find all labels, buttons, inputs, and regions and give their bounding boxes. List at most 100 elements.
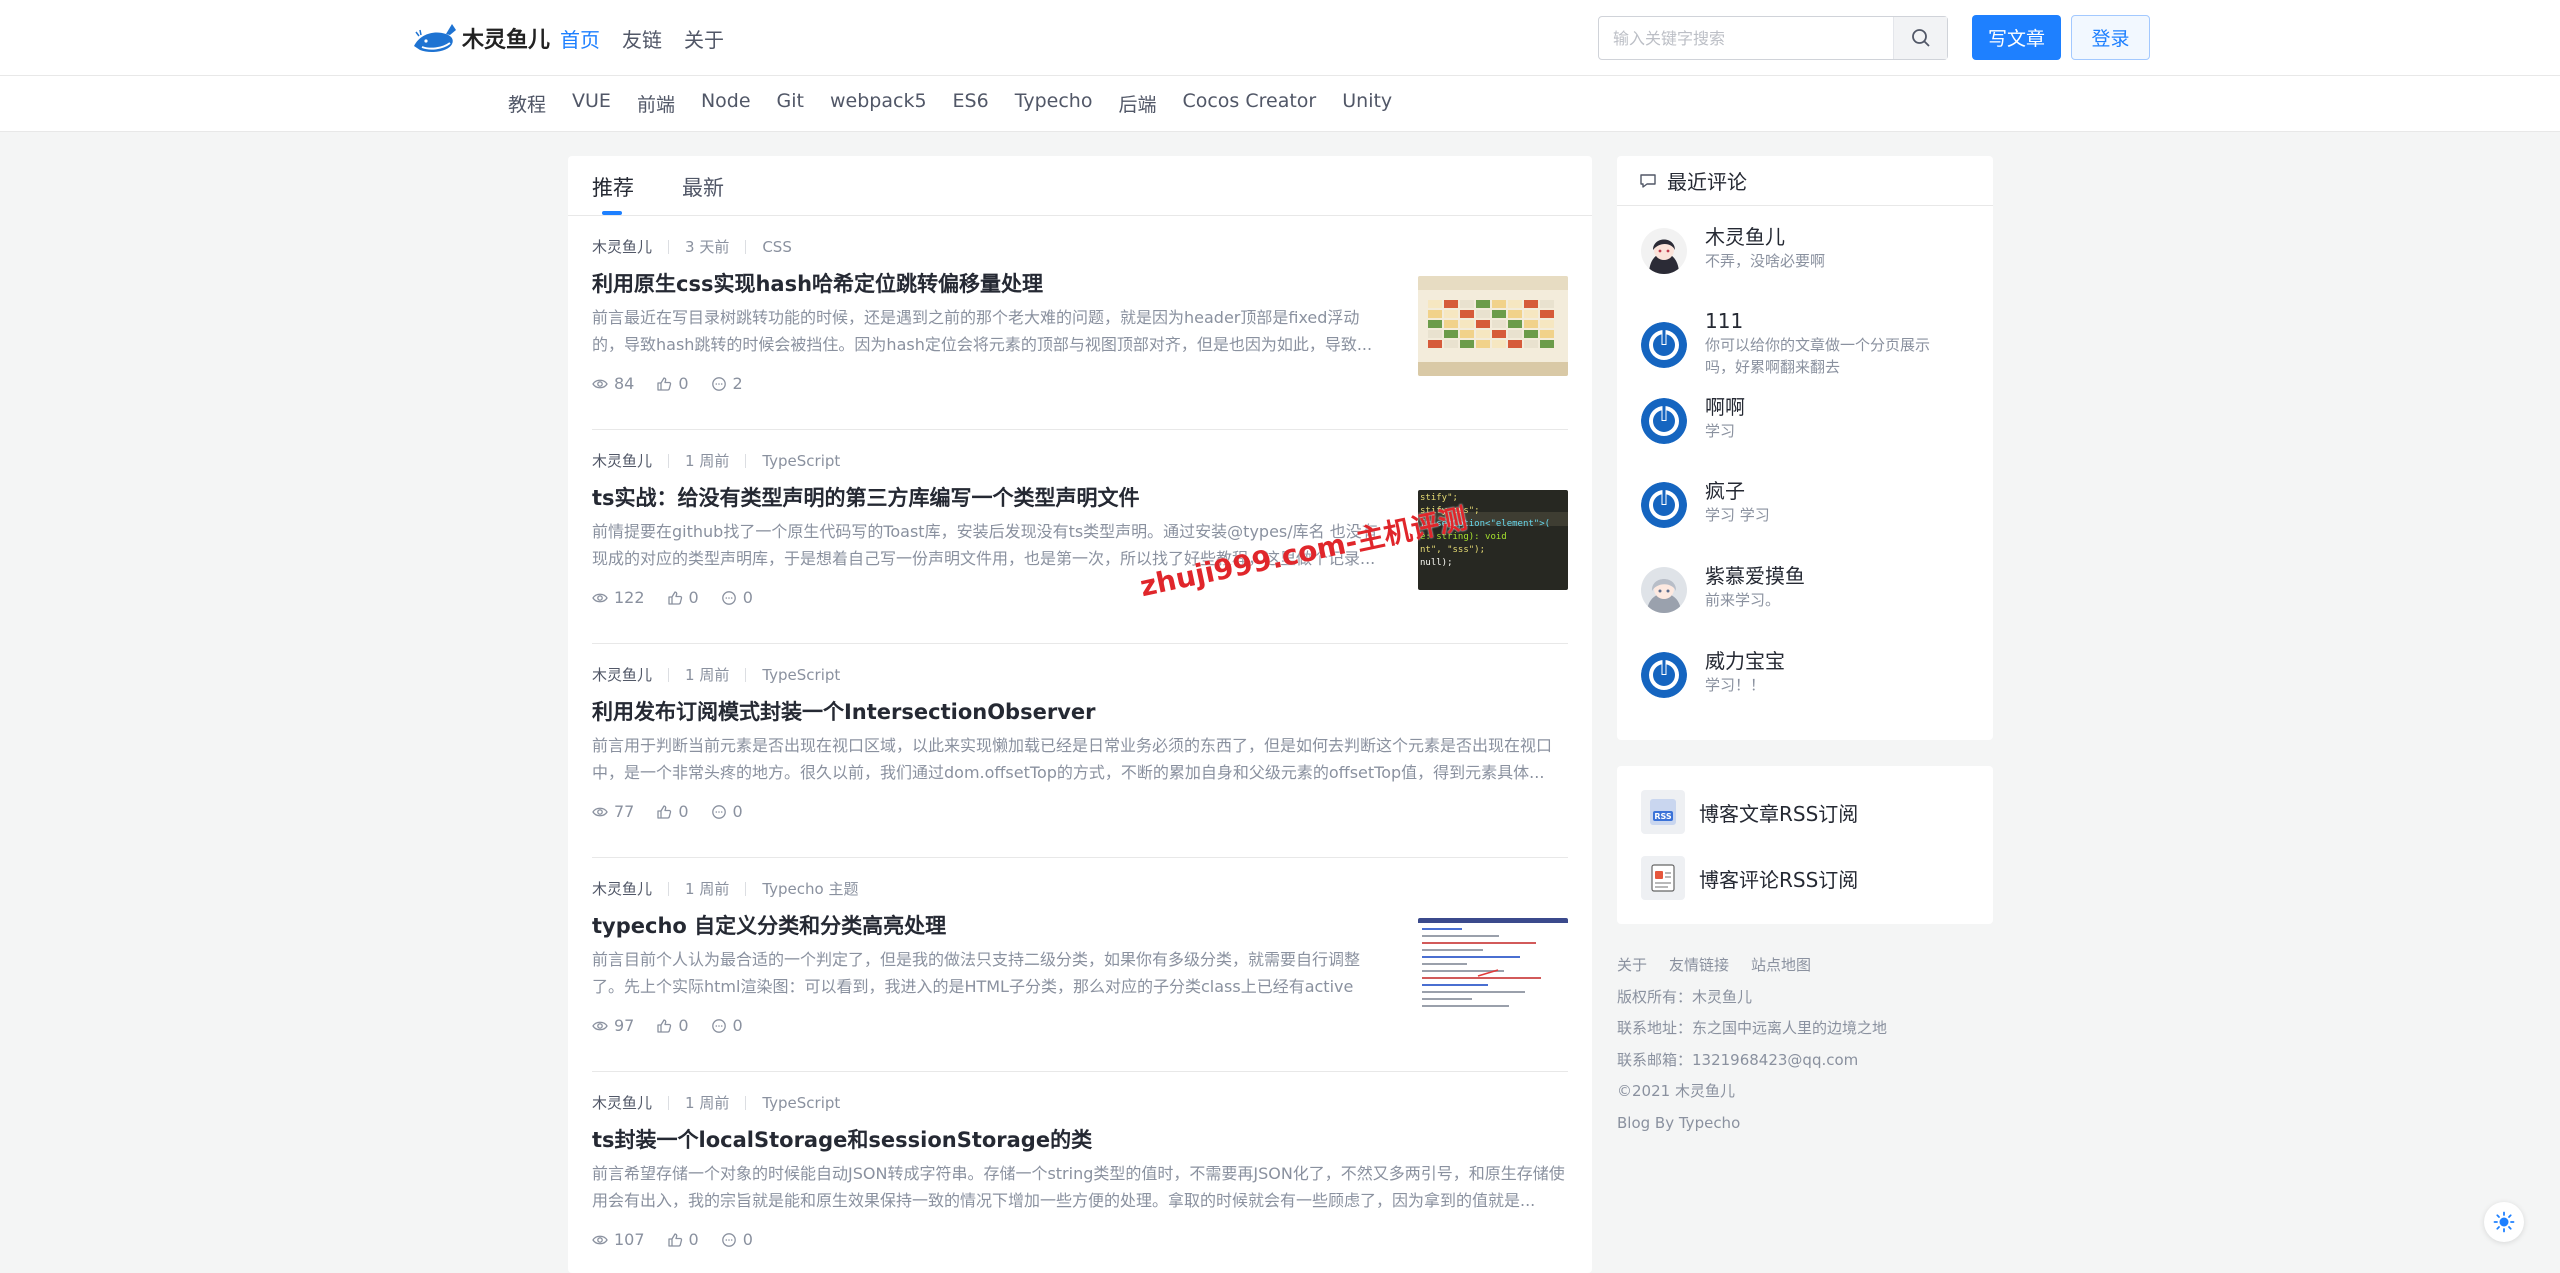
like-count[interactable]: 0 (656, 802, 689, 821)
articles: 木灵鱼儿 3 天前 CSS 利用原生css实现hash哈希定位跳转偏移量处理 前… (592, 216, 1568, 1273)
comment-count[interactable]: 0 (721, 1230, 753, 1249)
article-item[interactable]: 木灵鱼儿 1 周前 TypeScript 利用发布订阅模式封装一个Interse… (592, 644, 1568, 858)
like-count[interactable]: 0 (656, 374, 689, 393)
comment-text: 啊啊 学习 (1705, 394, 1955, 444)
article-author[interactable]: 木灵鱼儿 (592, 450, 652, 471)
like-count[interactable]: 0 (667, 1230, 699, 1249)
article-category[interactable]: TypeScript (762, 1094, 840, 1112)
avatar (1641, 398, 1687, 444)
tab-recommended[interactable]: 推荐 (592, 172, 634, 202)
comment-count[interactable]: 0 (711, 1016, 743, 1035)
category-item[interactable]: 后端 (1118, 90, 1156, 117)
comment-body[interactable]: 学习！！ (1705, 674, 1955, 696)
article-author[interactable]: 木灵鱼儿 (592, 1092, 652, 1113)
comment-author[interactable]: 紫慕爱摸鱼 (1705, 563, 1955, 589)
article-item[interactable]: 木灵鱼儿 1 周前 TypeScript ts封装一个localStorage和… (592, 1072, 1568, 1273)
category-item[interactable]: Unity (1342, 90, 1392, 117)
comment-icon (711, 804, 726, 819)
article-item[interactable]: 木灵鱼儿 3 天前 CSS 利用原生css实现hash哈希定位跳转偏移量处理 前… (592, 216, 1568, 430)
article-thumbnail[interactable] (1418, 918, 1568, 1018)
comment-author[interactable]: 啊啊 (1705, 394, 1955, 420)
article-title[interactable]: ts封装一个localStorage和sessionStorage的类 (592, 1124, 1092, 1154)
rss-comments-label: 博客评论RSS订阅 (1699, 867, 1859, 892)
comment-body[interactable]: 学习 (1705, 420, 1955, 442)
like-count[interactable]: 0 (667, 588, 699, 607)
comment-bubble-icon (1640, 173, 1656, 188)
category-item[interactable]: Cocos Creator (1182, 90, 1316, 117)
article-meta: 木灵鱼儿 1 周前 TypeScript (592, 664, 840, 685)
article-item[interactable]: 木灵鱼儿 1 周前 Typecho 主题 typecho 自定义分类和分类高亮处… (592, 858, 1568, 1072)
anime-avatar-image (1641, 567, 1687, 613)
footer-link-friends[interactable]: 友情链接 (1669, 950, 1729, 982)
category-item[interactable]: 教程 (508, 90, 546, 117)
article-title[interactable]: 利用原生css实现hash哈希定位跳转偏移量处理 (592, 268, 1043, 298)
article-category[interactable]: CSS (762, 238, 792, 256)
comment-count[interactable]: 2 (711, 374, 743, 393)
comment-item[interactable]: 111 你可以给你的文章做一个分页展示吗，好累啊翻来翻去 (1641, 308, 1981, 378)
tab-latest[interactable]: 最新 (682, 172, 724, 202)
write-article-button[interactable]: 写文章 (1972, 15, 2061, 60)
default-avatar-icon (1641, 398, 1687, 444)
article-title[interactable]: typecho 自定义分类和分类高亮处理 (592, 910, 946, 940)
comment-item[interactable]: 木灵鱼儿 不弄，没啥必要啊 (1641, 224, 1981, 274)
search-button[interactable] (1893, 17, 1947, 59)
article-author[interactable]: 木灵鱼儿 (592, 664, 652, 685)
sun-icon (2493, 1211, 2515, 1233)
default-avatar-icon (1641, 322, 1687, 368)
comment-count-value: 0 (732, 802, 743, 821)
eye-icon (592, 1021, 608, 1030)
search-box (1598, 16, 1948, 60)
nav-about[interactable]: 关于 (684, 24, 724, 53)
article-author[interactable]: 木灵鱼儿 (592, 878, 652, 899)
meta-divider (668, 881, 670, 896)
category-item[interactable]: VUE (572, 90, 611, 117)
site-logo[interactable]: 木灵鱼儿 (412, 18, 550, 58)
article-title[interactable]: 利用发布订阅模式封装一个IntersectionObserver (592, 696, 1095, 726)
rss-comments-link[interactable]: 博客评论RSS订阅 (1641, 856, 1858, 900)
comment-body[interactable]: 不弄，没啥必要啊 (1705, 250, 1955, 272)
comment-count-value: 0 (732, 1016, 743, 1035)
comment-item[interactable]: 啊啊 学习 (1641, 394, 1981, 444)
comment-author[interactable]: 威力宝宝 (1705, 648, 1955, 674)
article-author[interactable]: 木灵鱼儿 (592, 236, 652, 257)
comment-body[interactable]: 学习 学习 (1705, 504, 1955, 526)
comment-body[interactable]: 你可以给你的文章做一个分页展示吗，好累啊翻来翻去 (1705, 334, 1955, 378)
search-input[interactable] (1599, 17, 1895, 59)
thumbs-up-icon (657, 804, 672, 819)
document-screenshot-thumbnail (1418, 918, 1568, 1018)
category-item[interactable]: Typecho (1015, 90, 1093, 117)
article-category[interactable]: Typecho 主题 (762, 878, 858, 899)
category-item[interactable]: ES6 (953, 90, 989, 117)
comment-item[interactable]: 威力宝宝 学习！！ (1641, 648, 1981, 698)
theme-toggle-button[interactable] (2484, 1202, 2524, 1242)
comment-author[interactable]: 111 (1705, 308, 1955, 334)
article-thumbnail[interactable] (1418, 276, 1568, 376)
meta-divider (745, 453, 747, 468)
category-item[interactable]: 前端 (637, 90, 675, 117)
nav-home[interactable]: 首页 (560, 24, 600, 53)
article-title[interactable]: ts实战：给没有类型声明的第三方库编写一个类型声明文件 (592, 482, 1140, 512)
comment-count[interactable]: 0 (711, 802, 743, 821)
category-item[interactable]: Node (701, 90, 751, 117)
article-category[interactable]: TypeScript (762, 666, 840, 684)
comment-item[interactable]: 紫慕爱摸鱼 前来学习。 (1641, 563, 1981, 613)
view-count-value: 107 (614, 1230, 645, 1249)
nav-links[interactable]: 友链 (622, 24, 662, 53)
login-button[interactable]: 登录 (2071, 15, 2150, 60)
category-item[interactable]: Git (777, 90, 804, 117)
comment-author[interactable]: 木灵鱼儿 (1705, 224, 1955, 250)
article-category[interactable]: TypeScript (762, 452, 840, 470)
comment-item[interactable]: 疯子 学习 学习 (1641, 478, 1981, 528)
article-meta: 木灵鱼儿 3 天前 CSS (592, 236, 792, 257)
footer-link-sitemap[interactable]: 站点地图 (1751, 950, 1811, 982)
footer-link-about[interactable]: 关于 (1617, 950, 1647, 982)
like-count[interactable]: 0 (656, 1016, 689, 1035)
avatar (1641, 322, 1687, 368)
comment-count[interactable]: 0 (721, 588, 753, 607)
view-count: 107 (592, 1230, 645, 1249)
category-item[interactable]: webpack5 (830, 90, 927, 117)
comment-author[interactable]: 疯子 (1705, 478, 1955, 504)
whale-logo-icon (414, 24, 456, 52)
comment-body[interactable]: 前来学习。 (1705, 589, 1955, 611)
rss-articles-link[interactable]: RSS 博客文章RSS订阅 (1641, 790, 1858, 834)
